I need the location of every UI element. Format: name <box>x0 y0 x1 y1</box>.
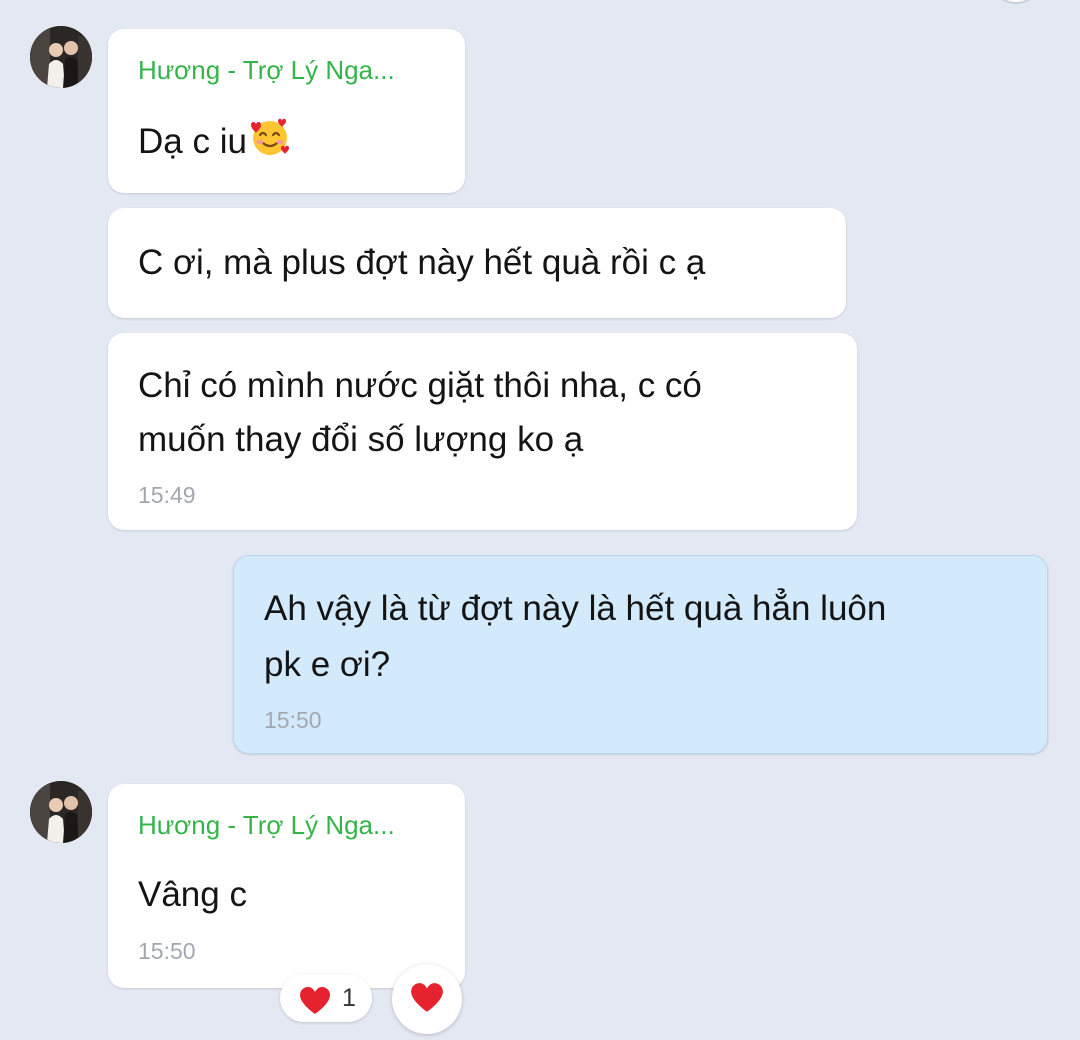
chat-screen: { "chat": { "messages": [ { "sender": "H… <box>0 0 1080 1040</box>
sender-name: Hương - Trợ Lý Nga... <box>138 55 395 85</box>
smiling-face-with-hearts-icon <box>248 115 292 173</box>
reaction-count: 1 <box>342 984 356 1012</box>
avatar-photo <box>30 781 92 843</box>
top-corner-button[interactable] <box>990 0 1042 4</box>
sender-avatar[interactable] <box>30 26 92 88</box>
message-timestamp: 15:50 <box>138 938 196 964</box>
heart-icon <box>409 982 445 1019</box>
message-bubble-incoming[interactable]: C ơi, mà plus đợt này hết quà rồi c ạ <box>108 208 846 318</box>
message-timestamp: 15:49 <box>138 482 196 508</box>
avatar-photo <box>30 26 92 88</box>
message-text: Dạ c iu <box>138 115 292 173</box>
message-text-content: Dạ c iu <box>138 122 247 161</box>
message-text-line: Ah vậy là từ đợt này là hết quà hẳn luôn <box>264 589 887 628</box>
message-text-line: pk e ơi? <box>264 645 391 684</box>
message-text-line: Chỉ có mình nước giặt thôi nha, c có <box>138 366 702 405</box>
message-text-line: muốn thay đổi số lượng ko ạ <box>138 420 584 459</box>
message-bubble-incoming[interactable]: Hương - Trợ Lý Nga... Dạ c iu <box>108 29 465 193</box>
message-text: C ơi, mà plus đợt này hết quà rồi c ạ <box>138 243 706 282</box>
sender-name: Hương - Trợ Lý Nga... <box>138 810 395 840</box>
reaction-count-badge[interactable]: 1 <box>280 974 372 1022</box>
react-heart-button[interactable] <box>392 964 462 1034</box>
message-bubble-incoming[interactable]: Hương - Trợ Lý Nga... Vâng c 15:50 <box>108 784 465 988</box>
message-bubble-incoming[interactable]: Chỉ có mình nước giặt thôi nha, c có muố… <box>108 333 857 530</box>
message-bubble-outgoing[interactable]: Ah vậy là từ đợt này là hết quà hẳn luôn… <box>233 555 1048 754</box>
message-text: Vâng c <box>138 875 247 914</box>
heart-icon <box>298 986 332 1021</box>
message-timestamp: 15:50 <box>264 707 322 733</box>
sender-avatar[interactable] <box>30 781 92 843</box>
